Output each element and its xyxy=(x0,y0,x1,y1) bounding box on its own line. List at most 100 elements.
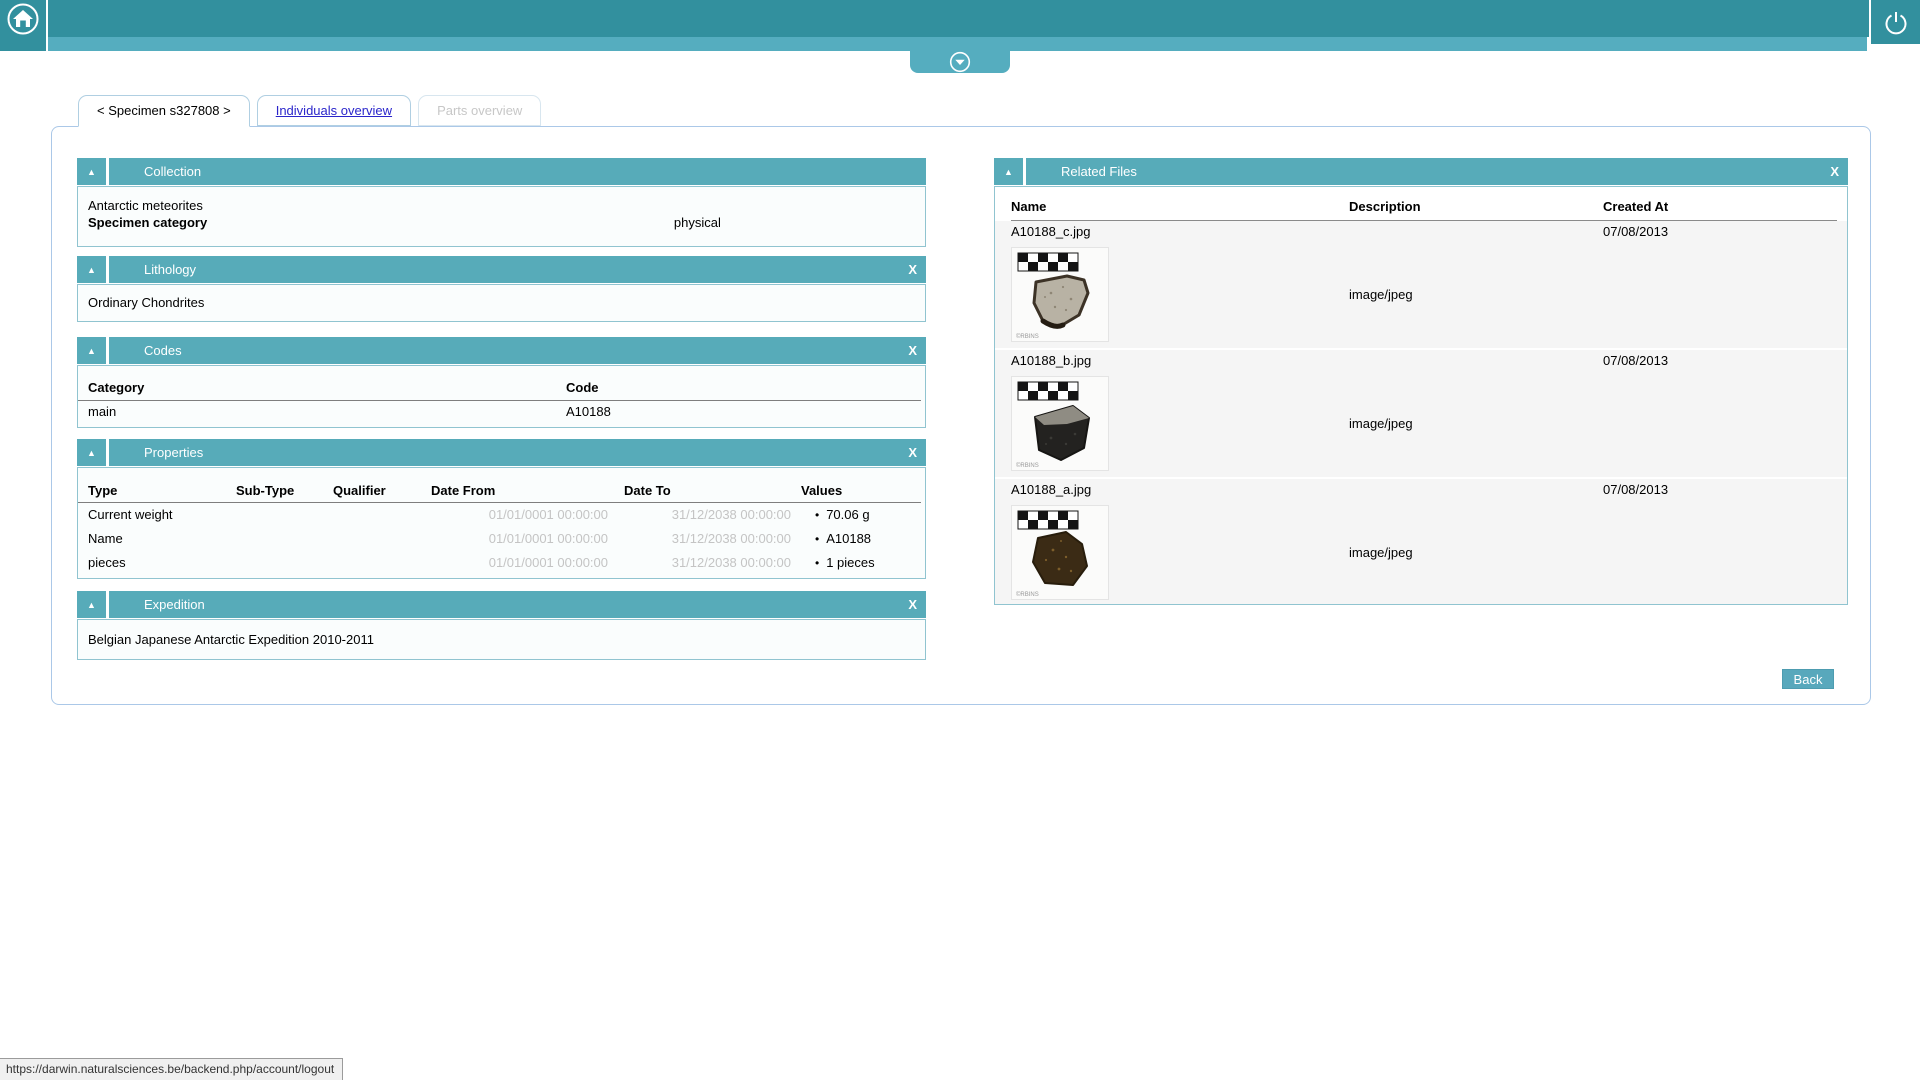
prop-qualifier xyxy=(333,503,431,527)
codes-row: main A10188 xyxy=(78,401,925,423)
codes-collapse-button[interactable]: ▲ xyxy=(77,337,106,364)
codes-col-category: Category xyxy=(88,380,145,395)
prop-type: Current weight xyxy=(88,507,173,522)
codes-col-code: Code xyxy=(566,380,599,395)
tab-bar: < Specimen s327808 > Individuals overvie… xyxy=(78,95,548,127)
prop-date-to: 31/12/2038 00:00:00 xyxy=(671,555,791,570)
lithology-panel-title: Lithology xyxy=(144,262,197,277)
prop-col-qualifier: Qualifier xyxy=(333,483,386,498)
prop-value: • 1 pieces xyxy=(815,555,875,570)
photo-watermark: ©RBINS xyxy=(1016,462,1039,469)
lithology-close-button[interactable]: X xyxy=(908,262,926,277)
code-category-value: main xyxy=(88,404,117,419)
prop-date-to: 31/12/2038 00:00:00 xyxy=(671,507,791,522)
meteorite-photo-thumbnail[interactable]: ©RBINS xyxy=(1011,505,1109,600)
tab-specimen-label: < Specimen s327808 > xyxy=(97,103,231,118)
rf-col-name: Name xyxy=(1011,199,1047,214)
prop-col-values: Values xyxy=(801,483,843,498)
prop-date-to: 31/12/2038 00:00:00 xyxy=(671,531,791,546)
toolbar-toggle-button[interactable] xyxy=(910,51,1010,73)
specimen-category-value: physical xyxy=(673,215,721,230)
tab-parts-overview: Parts overview xyxy=(418,95,542,126)
collection-name: Antarctic meteorites xyxy=(88,198,203,213)
photo-scale-bar xyxy=(1017,510,1079,530)
bullet-icon: • xyxy=(815,556,820,570)
lithology-value: Ordinary Chondrites xyxy=(88,295,205,310)
collection-panel-title: Collection xyxy=(144,164,202,179)
lithology-collapse-button[interactable]: ▲ xyxy=(77,256,106,283)
toolbar-strip xyxy=(48,37,1867,51)
logout-button[interactable] xyxy=(1869,0,1920,44)
file-name: A10188_b.jpg xyxy=(1011,352,1092,368)
related-files-collapse-button[interactable]: ▲ xyxy=(994,158,1023,185)
prop-subtype xyxy=(236,527,333,551)
prop-value: • A10188 xyxy=(815,531,872,546)
status-tooltip: https://darwin.naturalsciences.be/backen… xyxy=(0,1058,344,1080)
collapse-icon: ▲ xyxy=(87,345,96,356)
collection-collapse-button[interactable]: ▲ xyxy=(77,158,106,185)
prop-col-subtype: Sub-Type xyxy=(236,483,295,498)
file-created-at: 07/08/2013 xyxy=(1603,352,1669,368)
collapse-icon: ▲ xyxy=(87,447,96,458)
prop-col-dateto: Date To xyxy=(624,483,671,498)
photo-watermark: ©RBINS xyxy=(1016,333,1039,340)
top-menu-bar xyxy=(0,0,1920,37)
meteorite-photo-thumbnail[interactable]: ©RBINS xyxy=(1011,376,1109,471)
tab-parts-label: Parts overview xyxy=(437,103,523,118)
back-button[interactable]: Back xyxy=(1782,669,1834,689)
code-value: A10188 xyxy=(566,404,611,419)
collapse-icon: ▲ xyxy=(87,166,96,177)
rf-col-created-at: Created At xyxy=(1603,199,1669,214)
prop-subtype xyxy=(236,503,333,527)
meteorite-photo-thumbnail[interactable]: ©RBINS xyxy=(1011,247,1109,342)
page: My Preferences Searches Help < Specimen … xyxy=(0,0,1920,1080)
prop-col-type: Type xyxy=(88,483,118,498)
property-row: Current weight 01/01/0001 00:00:00 31/12… xyxy=(78,503,925,527)
prop-type: Name xyxy=(88,531,123,546)
lithology-panel: ▲ Lithology X Ordinary Chondrites xyxy=(77,256,926,322)
prop-subtype xyxy=(236,551,333,575)
properties-collapse-button[interactable]: ▲ xyxy=(77,439,106,466)
expedition-panel: ▲ Expedition X Belgian Japanese Antarcti… xyxy=(77,591,926,660)
file-created-at: 07/08/2013 xyxy=(1603,223,1669,239)
expedition-close-button[interactable]: X xyxy=(908,597,926,612)
specimen-category-label: Specimen category xyxy=(88,215,208,230)
bullet-icon: • xyxy=(815,532,820,546)
bullet-icon: • xyxy=(815,508,820,522)
photo-scale-bar xyxy=(1017,381,1079,401)
tab-specimen[interactable]: < Specimen s327808 > xyxy=(78,95,250,127)
power-icon xyxy=(1885,12,1906,35)
chevron-down-circle-icon xyxy=(949,51,971,73)
properties-panel: ▲ Properties X Type Sub-Type Qualifier D… xyxy=(77,439,926,579)
codes-panel: ▲ Codes X Category Code main A10188 xyxy=(77,337,926,428)
properties-close-button[interactable]: X xyxy=(908,445,926,460)
related-files-close-button[interactable]: X xyxy=(1830,164,1848,179)
properties-panel-title: Properties xyxy=(144,445,204,460)
file-created-at: 07/08/2013 xyxy=(1603,481,1669,497)
left-column: ▲ Collection Antarctic meteorites Specim… xyxy=(77,158,926,660)
prop-value: • 70.06 g xyxy=(815,507,870,522)
photo-watermark: ©RBINS xyxy=(1016,591,1039,598)
collapse-icon: ▲ xyxy=(87,599,96,610)
content-panel: ▲ Collection Antarctic meteorites Specim… xyxy=(51,126,1871,705)
file-mime-type: image/jpeg xyxy=(1349,287,1413,302)
collapse-icon: ▲ xyxy=(1004,166,1013,177)
related-files-panel: ▲ Related Files X Name Description Creat… xyxy=(994,158,1848,605)
tab-individuals-overview[interactable]: Individuals overview xyxy=(256,95,412,126)
related-file-row: A10188_a.jpg 07/08/2013 ©RBINS image/jpe… xyxy=(995,479,1847,604)
home-button[interactable] xyxy=(0,0,48,51)
file-mime-type: image/jpeg xyxy=(1349,416,1413,431)
codes-close-button[interactable]: X xyxy=(908,343,926,358)
file-name: A10188_a.jpg xyxy=(1011,481,1092,497)
related-files-panel-title: Related Files xyxy=(1061,164,1137,179)
related-file-row: A10188_c.jpg 07/08/2013 ©RBINS image/jpe… xyxy=(995,221,1847,348)
expedition-value: Belgian Japanese Antarctic Expedition 20… xyxy=(88,632,374,647)
expedition-collapse-button[interactable]: ▲ xyxy=(77,591,106,618)
rf-col-description: Description xyxy=(1349,199,1421,214)
prop-type: pieces xyxy=(88,555,126,570)
prop-date-from: 01/01/0001 00:00:00 xyxy=(488,555,608,570)
prop-qualifier xyxy=(333,551,431,575)
photo-scale-bar xyxy=(1017,252,1079,272)
property-row: pieces 01/01/0001 00:00:00 31/12/2038 00… xyxy=(78,551,925,575)
file-name: A10188_c.jpg xyxy=(1011,223,1091,239)
